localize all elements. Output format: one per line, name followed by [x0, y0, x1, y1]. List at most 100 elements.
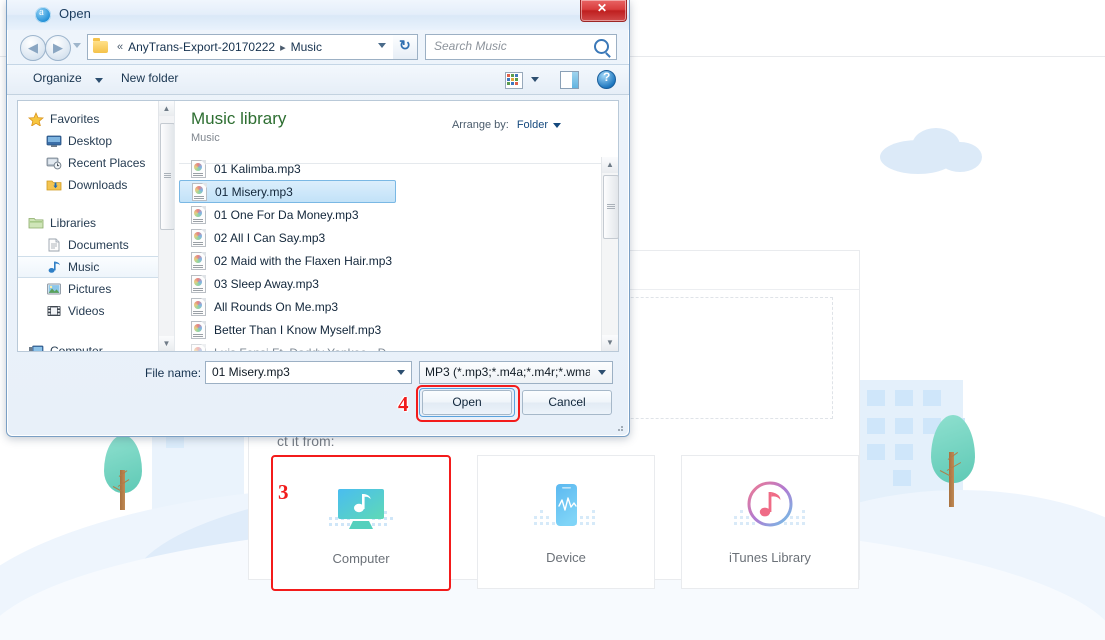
file-name: 01 Kalimba.mp3 [214, 161, 301, 176]
mp3-file-icon [192, 182, 207, 201]
new-folder-button[interactable]: New folder [121, 71, 178, 85]
chevron-down-icon[interactable] [531, 77, 539, 82]
scroll-down-icon[interactable]: ▼ [159, 336, 174, 351]
source-card-itunes[interactable]: iTunes Library [681, 455, 859, 589]
cloud-shape [912, 128, 960, 164]
document-icon [46, 238, 62, 252]
resize-grip[interactable] [615, 423, 624, 432]
scroll-up-icon[interactable]: ▲ [159, 101, 174, 116]
source-card-device[interactable]: Device [477, 455, 655, 589]
forward-arrow-icon[interactable]: ▶ [45, 35, 71, 61]
organize-button[interactable]: Organize [33, 71, 82, 85]
source-card-label: Computer [332, 550, 390, 566]
view-grid-icon[interactable] [505, 72, 523, 89]
help-icon[interactable] [597, 70, 616, 89]
mp3-file-icon [191, 159, 206, 178]
file-type-select[interactable]: MP3 (*.mp3;*.m4a;*.m4r;*.wma [419, 361, 613, 384]
mp3-file-icon [191, 251, 206, 270]
library-header: Music library Music Arrange by: Folder [179, 101, 618, 163]
chevron-down-icon[interactable] [397, 370, 405, 375]
preview-pane-icon[interactable] [560, 71, 579, 89]
cloud-shape [938, 142, 982, 172]
open-button[interactable]: Open [422, 390, 512, 415]
search-input[interactable]: Search Music [425, 34, 617, 60]
folder-icon [93, 38, 108, 53]
file-list-scrollbar[interactable]: ▲ ▼ [601, 157, 619, 351]
music-note-icon [46, 260, 62, 274]
sidebar-item-music[interactable]: Music [18, 256, 174, 278]
sidebar-item-label: Recent Places [68, 156, 146, 170]
building-shape [855, 380, 965, 580]
nav-group-label: Computer [50, 344, 103, 351]
sidebar-item-label: Downloads [68, 178, 128, 192]
list-item[interactable]: 01 Misery.mp3 [179, 180, 396, 203]
scrollbar-thumb[interactable] [160, 123, 174, 230]
recent-places-icon [46, 156, 62, 170]
nav-group-libraries[interactable]: Libraries [18, 212, 174, 234]
sidebar-item-downloads[interactable]: Downloads [18, 174, 174, 196]
sidebar-item-documents[interactable]: Documents [18, 234, 174, 256]
device-waveform-icon [518, 480, 614, 538]
scroll-down-icon[interactable]: ▼ [602, 335, 618, 351]
scroll-up-icon[interactable]: ▲ [602, 157, 618, 173]
list-item[interactable]: All Rounds On Me.mp3 [179, 295, 601, 318]
sidebar-item-desktop[interactable]: Desktop [18, 130, 174, 152]
navigation-pane: Favorites Desktop Recent Places Download… [18, 101, 174, 351]
mp3-file-icon [191, 320, 206, 339]
chevron-down-icon[interactable] [378, 43, 386, 48]
sidebar-item-videos[interactable]: Videos [18, 300, 174, 322]
computer-icon [28, 344, 44, 351]
file-name: 02 All I Can Say.mp3 [214, 230, 326, 245]
file-name-input[interactable]: 01 Misery.mp3 [205, 361, 412, 384]
sidebar-item-pictures[interactable]: Pictures [18, 278, 174, 300]
dialog-navbar: ◀ ▶ « AnyTrans-Export-20170222 ▸ Music S… [7, 30, 629, 64]
library-subtitle: Music [191, 132, 220, 144]
mp3-file-icon [191, 205, 206, 224]
file-name: Better Than I Know Myself.mp3 [214, 322, 382, 337]
list-item[interactable]: Better Than I Know Myself.mp3 [179, 318, 601, 341]
breadcrumb-item[interactable]: AnyTrans-Export-20170222 [128, 40, 275, 54]
arrange-by-label: Arrange by: [451, 119, 509, 131]
source-card-computer[interactable]: Computer [271, 455, 451, 591]
nav-group-favorites[interactable]: Favorites [18, 108, 174, 130]
arrange-by-value[interactable]: Folder [517, 119, 548, 131]
dialog-commandbar: Organize New folder [7, 64, 629, 95]
list-item[interactable]: 02 Maid with the Flaxen Hair.mp3 [179, 249, 601, 272]
open-file-dialog: Open ◀ ▶ « AnyTrans-Export-20170222 ▸ Mu… [6, 0, 630, 437]
file-list: 01 Kalimba.mp3 01 Misery.mp3 01 One For … [179, 157, 601, 351]
list-item[interactable]: Luis Fonsi Ft. Daddy Yankee - D [179, 341, 601, 351]
star-icon [27, 111, 45, 127]
nav-group-computer[interactable]: Computer [18, 340, 174, 351]
sidebar-item-recent-places[interactable]: Recent Places [18, 152, 174, 174]
anytrans-icon [35, 6, 51, 23]
breadcrumb[interactable]: « AnyTrans-Export-20170222 ▸ Music [87, 34, 393, 60]
breadcrumb-separator: ▸ [280, 41, 286, 54]
chevron-down-icon[interactable] [553, 123, 561, 128]
refresh-icon[interactable] [393, 34, 418, 60]
dialog-body: Favorites Desktop Recent Places Download… [17, 100, 619, 352]
file-name-label: File name: [145, 366, 202, 380]
mp3-file-icon [191, 343, 206, 351]
building-shape [152, 420, 244, 550]
cancel-button[interactable]: Cancel [522, 390, 612, 415]
desktop-icon [46, 134, 62, 148]
scrollbar-thumb[interactable] [603, 175, 619, 239]
file-name: All Rounds On Me.mp3 [214, 299, 339, 314]
chevron-down-icon[interactable] [95, 78, 103, 83]
chevron-down-icon[interactable] [73, 43, 81, 48]
source-card-label: Device [546, 549, 586, 565]
close-icon[interactable] [580, 0, 627, 22]
cloud-shape [880, 140, 956, 174]
list-item[interactable]: 01 One For Da Money.mp3 [179, 203, 601, 226]
sidebar-item-label: Documents [68, 238, 129, 252]
itunes-note-icon [722, 480, 818, 538]
back-arrow-icon[interactable]: ◀ [20, 35, 46, 61]
list-item[interactable]: 02 All I Can Say.mp3 [179, 226, 601, 249]
breadcrumb-item[interactable]: Music [291, 40, 322, 54]
list-item[interactable]: 03 Sleep Away.mp3 [179, 272, 601, 295]
breadcrumb-prefix: « [117, 41, 124, 53]
navpane-scrollbar[interactable]: ▲ ▼ [158, 101, 174, 351]
search-placeholder: Search Music [434, 39, 507, 53]
sidebar-item-label: Videos [68, 304, 105, 318]
list-item[interactable]: 01 Kalimba.mp3 [179, 157, 601, 180]
